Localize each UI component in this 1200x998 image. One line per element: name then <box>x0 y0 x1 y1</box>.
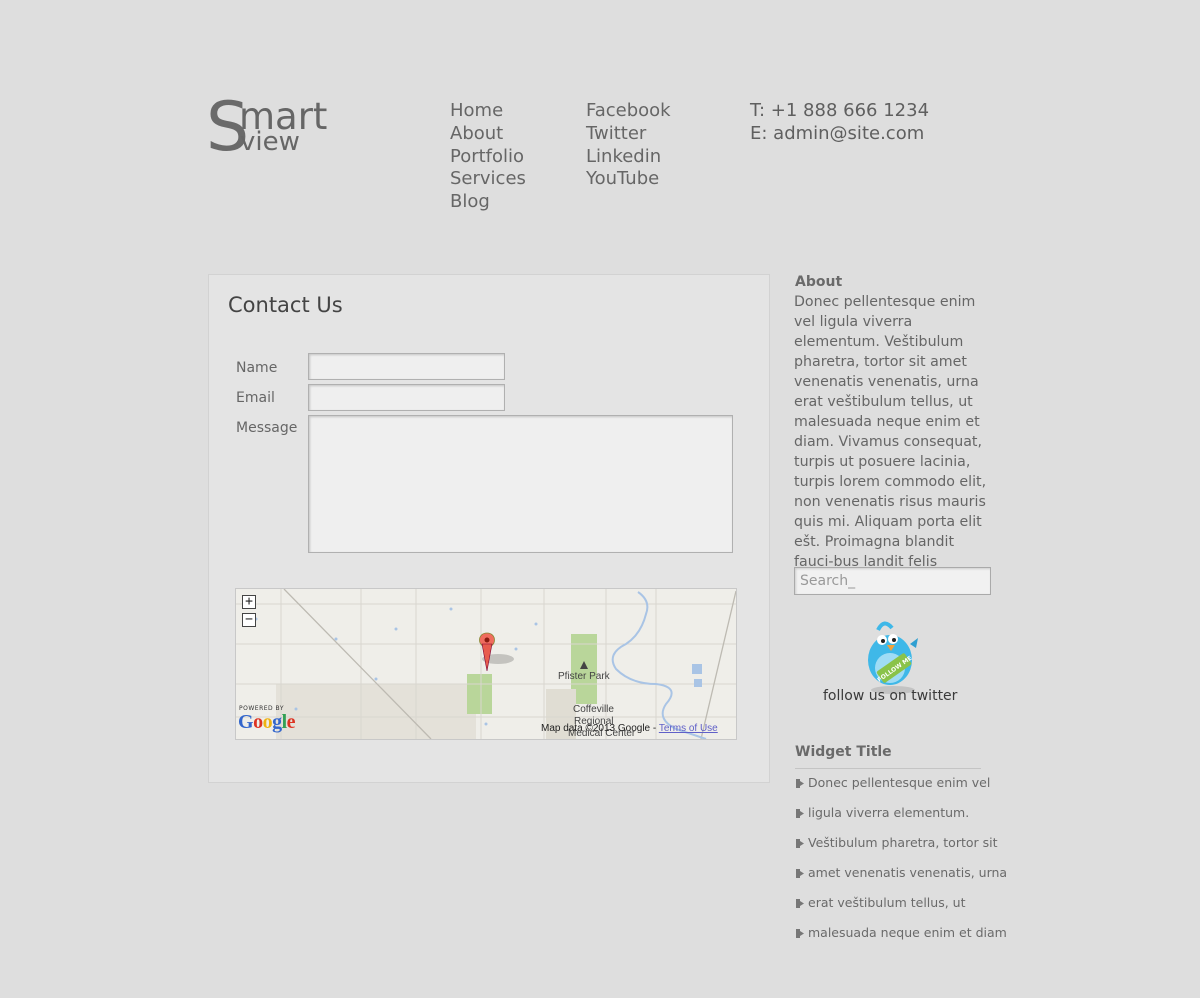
email-label: Email <box>236 390 275 406</box>
about-text: Donec pellentesque enim vel ligula viver… <box>794 294 987 590</box>
nav-facebook[interactable]: Facebook <box>586 100 671 123</box>
social-nav: Facebook Twitter Linkedin YouTube <box>586 100 671 191</box>
widget-list: Donec pellentesque enim vel ligula viver… <box>795 775 1007 955</box>
widget-item-text: ligula viverra elementum. <box>808 805 970 820</box>
email-field[interactable] <box>308 384 505 411</box>
follow-twitter-link[interactable]: follow us on twitter <box>823 688 957 704</box>
site-logo[interactable]: S mart view <box>206 94 336 166</box>
bullet-arrow-icon <box>795 865 808 881</box>
map-label-park: Pfister Park <box>558 671 610 682</box>
message-label: Message <box>236 420 298 436</box>
nav-blog[interactable]: Blog <box>450 191 526 214</box>
name-field[interactable] <box>308 353 505 380</box>
contact-info: T: +1 888 666 1234 E: admin@site.com <box>750 100 929 146</box>
contact-phone: T: +1 888 666 1234 <box>750 100 930 121</box>
nav-portfolio[interactable]: Portfolio <box>450 146 526 169</box>
nav-home[interactable]: Home <box>450 100 526 123</box>
bullet-arrow-icon <box>795 805 808 821</box>
bullet-arrow-icon <box>795 835 808 851</box>
nav-services[interactable]: Services <box>450 168 526 191</box>
zoom-in-button[interactable]: + <box>242 595 256 609</box>
list-item[interactable]: Donec pellentesque enim vel <box>795 775 1007 805</box>
bullet-arrow-icon <box>795 895 808 911</box>
twitter-bird-icon[interactable]: FOLLOW ME <box>858 618 928 696</box>
nav-twitter[interactable]: Twitter <box>586 123 671 146</box>
widget-divider <box>795 768 981 769</box>
message-field[interactable] <box>308 415 733 553</box>
widget-title: Widget Title <box>795 744 892 760</box>
widget-item-text: malesuada neque enim et diam <box>808 925 1007 940</box>
map-data-text: Map data ©2013 Google - <box>541 723 657 734</box>
widget-item-text: erat veštibulum tellus, ut <box>808 895 966 910</box>
list-item[interactable]: amet venenatis venenatis, urna <box>795 865 1007 895</box>
logo-word-2: view <box>240 127 300 157</box>
contact-email: E: admin@site.com <box>750 122 925 144</box>
main-nav: Home About Portfolio Services Blog <box>450 100 526 214</box>
map-canvas <box>236 589 736 739</box>
google-logo[interactable]: Google <box>238 711 296 734</box>
list-item[interactable]: ligula viverra elementum. <box>795 805 1007 835</box>
nav-youtube[interactable]: YouTube <box>586 168 671 191</box>
widget-item-text: Donec pellentesque enim vel <box>808 775 991 790</box>
name-label: Name <box>236 360 278 376</box>
map-attribution: Map data ©2013 Google - Terms of Use <box>541 723 718 734</box>
map[interactable]: + − Pfister Park Coffeville Regional Med… <box>235 588 737 740</box>
nav-linkedin[interactable]: Linkedin <box>586 146 671 169</box>
nav-about[interactable]: About <box>450 123 526 146</box>
widget-item-text: amet venenatis venenatis, urna <box>808 865 1008 880</box>
zoom-out-button[interactable]: − <box>242 613 256 627</box>
list-item[interactable]: erat veštibulum tellus, ut <box>795 895 1007 925</box>
page-title: Contact Us <box>228 293 343 317</box>
about-title: About <box>795 274 843 290</box>
widget-item-text: Veštibulum pharetra, tortor sit <box>808 835 998 850</box>
list-item[interactable]: Veštibulum pharetra, tortor sit <box>795 835 1007 865</box>
terms-of-use-link[interactable]: Terms of Use <box>659 723 718 734</box>
list-item[interactable]: malesuada neque enim et diam <box>795 925 1007 955</box>
search-input[interactable] <box>794 567 991 595</box>
contact-panel: Contact Us Name Email Message + − Pfiste… <box>208 274 770 783</box>
bullet-arrow-icon <box>795 925 808 941</box>
bullet-arrow-icon <box>795 775 808 791</box>
map-label-city: Coffeville <box>573 704 614 715</box>
